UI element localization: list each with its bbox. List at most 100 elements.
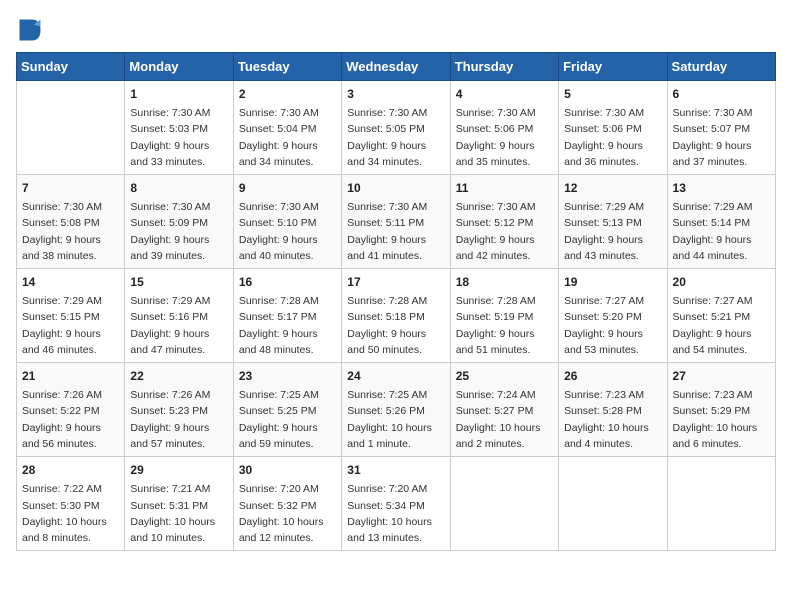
cell-content: Sunrise: 7:30 AM Sunset: 5:10 PM Dayligh… — [239, 199, 336, 264]
cell-content: Sunrise: 7:29 AM Sunset: 5:15 PM Dayligh… — [22, 293, 119, 358]
header-cell-sunday: Sunday — [17, 53, 125, 81]
day-number: 28 — [22, 461, 119, 479]
week-row-3: 14 Sunrise: 7:29 AM Sunset: 5:15 PM Dayli… — [17, 269, 776, 363]
cell-content: Sunrise: 7:23 AM Sunset: 5:28 PM Dayligh… — [564, 387, 661, 452]
day-number: 3 — [347, 85, 444, 103]
calendar-cell: 7Sunrise: 7:30 AM Sunset: 5:08 PM Daylig… — [17, 175, 125, 269]
cell-content: Sunrise: 7:25 AM Sunset: 5:26 PM Dayligh… — [347, 387, 444, 452]
cell-content: Sunrise: 7:30 AM Sunset: 5:05 PM Dayligh… — [347, 105, 444, 170]
cell-content: Sunrise: 7:28 AM Sunset: 5:17 PM Dayligh… — [239, 293, 336, 358]
cell-content: Sunrise: 7:28 AM Sunset: 5:19 PM Dayligh… — [456, 293, 553, 358]
logo — [16, 16, 48, 44]
week-row-5: 28 Sunrise: 7:22 AM Sunset: 5:30 PM Dayli… — [17, 457, 776, 551]
cell-content: Sunrise: 7:29 AM Sunset: 5:13 PM Dayligh… — [564, 199, 661, 264]
cell-content: Sunrise: 7:29 AM Sunset: 5:14 PM Dayligh… — [673, 199, 770, 264]
calendar-cell: 30Sunrise: 7:20 AM Sunset: 5:32 PM Dayli… — [233, 457, 341, 551]
day-number: 30 — [239, 461, 336, 479]
header-cell-friday: Friday — [559, 53, 667, 81]
calendar-cell: 24 Sunrise: 7:25 AM Sunset: 5:26 PM Dayli… — [342, 363, 450, 457]
calendar-cell: 31Sunrise: 7:20 AM Sunset: 5:34 PM Dayli… — [342, 457, 450, 551]
calendar-cell — [667, 457, 775, 551]
calendar-cell — [450, 457, 558, 551]
day-number: 26 — [564, 367, 661, 385]
cell-content: Sunrise: 7:20 AM Sunset: 5:34 PM Dayligh… — [347, 481, 444, 546]
calendar-cell: 9 Sunrise: 7:30 AM Sunset: 5:10 PM Daylig… — [233, 175, 341, 269]
calendar-cell: 19Sunrise: 7:27 AM Sunset: 5:20 PM Dayli… — [559, 269, 667, 363]
day-number: 20 — [673, 273, 770, 291]
cell-content: Sunrise: 7:21 AM Sunset: 5:31 PM Dayligh… — [130, 481, 227, 546]
day-number: 9 — [239, 179, 336, 197]
cell-content: Sunrise: 7:30 AM Sunset: 5:04 PM Dayligh… — [239, 105, 336, 170]
calendar-cell — [17, 81, 125, 175]
calendar-table: SundayMondayTuesdayWednesdayThursdayFrid… — [16, 52, 776, 551]
cell-content: Sunrise: 7:30 AM Sunset: 5:08 PM Dayligh… — [22, 199, 119, 264]
calendar-cell — [559, 457, 667, 551]
calendar-cell: 2 Sunrise: 7:30 AM Sunset: 5:04 PM Daylig… — [233, 81, 341, 175]
cell-content: Sunrise: 7:27 AM Sunset: 5:21 PM Dayligh… — [673, 293, 770, 358]
day-number: 5 — [564, 85, 661, 103]
calendar-cell: 13 Sunrise: 7:29 AM Sunset: 5:14 PM Dayli… — [667, 175, 775, 269]
calendar-cell: 21 Sunrise: 7:26 AM Sunset: 5:22 PM Dayli… — [17, 363, 125, 457]
calendar-cell: 6Sunrise: 7:30 AM Sunset: 5:07 PM Daylig… — [667, 81, 775, 175]
calendar-cell: 20 Sunrise: 7:27 AM Sunset: 5:21 PM Dayli… — [667, 269, 775, 363]
week-row-4: 21 Sunrise: 7:26 AM Sunset: 5:22 PM Dayli… — [17, 363, 776, 457]
day-number: 24 — [347, 367, 444, 385]
calendar-cell: 17 Sunrise: 7:28 AM Sunset: 5:18 PM Dayli… — [342, 269, 450, 363]
header-cell-thursday: Thursday — [450, 53, 558, 81]
calendar-cell: 18 Sunrise: 7:28 AM Sunset: 5:19 PM Dayli… — [450, 269, 558, 363]
cell-content: Sunrise: 7:30 AM Sunset: 5:12 PM Dayligh… — [456, 199, 553, 264]
cell-content: Sunrise: 7:29 AM Sunset: 5:16 PM Dayligh… — [130, 293, 227, 358]
header-cell-wednesday: Wednesday — [342, 53, 450, 81]
cell-content: Sunrise: 7:30 AM Sunset: 5:11 PM Dayligh… — [347, 199, 444, 264]
day-number: 1 — [130, 85, 227, 103]
week-row-1: 1 Sunrise: 7:30 AM Sunset: 5:03 PM Daylig… — [17, 81, 776, 175]
header-cell-monday: Monday — [125, 53, 233, 81]
cell-content: Sunrise: 7:23 AM Sunset: 5:29 PM Dayligh… — [673, 387, 770, 452]
header-area — [16, 16, 776, 44]
cell-content: Sunrise: 7:30 AM Sunset: 5:09 PM Dayligh… — [130, 199, 227, 264]
day-number: 23 — [239, 367, 336, 385]
day-number: 21 — [22, 367, 119, 385]
calendar-cell: 23 Sunrise: 7:25 AM Sunset: 5:25 PM Dayli… — [233, 363, 341, 457]
day-number: 4 — [456, 85, 553, 103]
cell-content: Sunrise: 7:22 AM Sunset: 5:30 PM Dayligh… — [22, 481, 119, 546]
day-number: 16 — [239, 273, 336, 291]
cell-content: Sunrise: 7:25 AM Sunset: 5:25 PM Dayligh… — [239, 387, 336, 452]
calendar-cell: 3 Sunrise: 7:30 AM Sunset: 5:05 PM Daylig… — [342, 81, 450, 175]
cell-content: Sunrise: 7:28 AM Sunset: 5:18 PM Dayligh… — [347, 293, 444, 358]
cell-content: Sunrise: 7:26 AM Sunset: 5:22 PM Dayligh… — [22, 387, 119, 452]
day-number: 6 — [673, 85, 770, 103]
day-number: 12 — [564, 179, 661, 197]
calendar-cell: 26 Sunrise: 7:23 AM Sunset: 5:28 PM Dayli… — [559, 363, 667, 457]
day-number: 8 — [130, 179, 227, 197]
header-row: SundayMondayTuesdayWednesdayThursdayFrid… — [17, 53, 776, 81]
day-number: 11 — [456, 179, 553, 197]
cell-content: Sunrise: 7:30 AM Sunset: 5:06 PM Dayligh… — [564, 105, 661, 170]
day-number: 19 — [564, 273, 661, 291]
day-number: 14 — [22, 273, 119, 291]
day-number: 17 — [347, 273, 444, 291]
day-number: 2 — [239, 85, 336, 103]
cell-content: Sunrise: 7:30 AM Sunset: 5:03 PM Dayligh… — [130, 105, 227, 170]
calendar-cell: 10Sunrise: 7:30 AM Sunset: 5:11 PM Dayli… — [342, 175, 450, 269]
day-number: 29 — [130, 461, 227, 479]
cell-content: Sunrise: 7:24 AM Sunset: 5:27 PM Dayligh… — [456, 387, 553, 452]
calendar-cell: 15 Sunrise: 7:29 AM Sunset: 5:16 PM Dayli… — [125, 269, 233, 363]
calendar-cell: 11 Sunrise: 7:30 AM Sunset: 5:12 PM Dayli… — [450, 175, 558, 269]
week-row-2: 7Sunrise: 7:30 AM Sunset: 5:08 PM Daylig… — [17, 175, 776, 269]
header-cell-saturday: Saturday — [667, 53, 775, 81]
day-number: 15 — [130, 273, 227, 291]
calendar-cell: 29 Sunrise: 7:21 AM Sunset: 5:31 PM Dayli… — [125, 457, 233, 551]
logo-icon — [16, 16, 44, 44]
calendar-cell: 16 Sunrise: 7:28 AM Sunset: 5:17 PM Dayli… — [233, 269, 341, 363]
calendar-cell: 5 Sunrise: 7:30 AM Sunset: 5:06 PM Daylig… — [559, 81, 667, 175]
calendar-cell: 28 Sunrise: 7:22 AM Sunset: 5:30 PM Dayli… — [17, 457, 125, 551]
cell-content: Sunrise: 7:30 AM Sunset: 5:06 PM Dayligh… — [456, 105, 553, 170]
day-number: 13 — [673, 179, 770, 197]
day-number: 25 — [456, 367, 553, 385]
day-number: 27 — [673, 367, 770, 385]
calendar-cell: 25 Sunrise: 7:24 AM Sunset: 5:27 PM Dayli… — [450, 363, 558, 457]
day-number: 18 — [456, 273, 553, 291]
calendar-cell: 4 Sunrise: 7:30 AM Sunset: 5:06 PM Daylig… — [450, 81, 558, 175]
calendar-cell: 12 Sunrise: 7:29 AM Sunset: 5:13 PM Dayli… — [559, 175, 667, 269]
